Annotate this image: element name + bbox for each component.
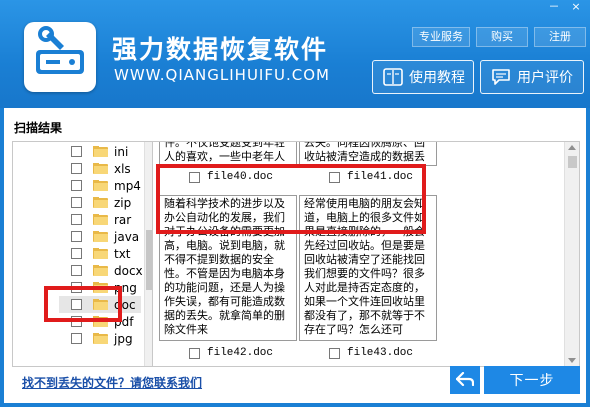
tree-checkbox[interactable] (71, 231, 82, 242)
hard-drive-wrench-icon (24, 22, 96, 92)
scan-results-panel: 扫描结果 ini xls mp4 zip rar java txt docx p… (4, 108, 586, 403)
file-name: file40.doc (207, 171, 274, 183)
file-preview[interactable]: 经常使用电脑的朋友会知道，电脑上的很多文件如果是直接删除的，一般会先经过回收站。… (299, 195, 437, 341)
file-preview[interactable]: 件。不仅饱受题受到年轻人的喜欢，一些中老年人也都开始了解一些微信 (159, 141, 297, 166)
file-type-tree[interactable]: ini xls mp4 zip rar java txt docx png do… (12, 141, 154, 367)
scan-results-title: 扫描结果 (14, 121, 63, 135)
window-controls: － × (544, 0, 586, 14)
grid-scrollbar[interactable] (564, 142, 579, 366)
tree-checkbox[interactable] (71, 146, 82, 157)
top-links: 专业服务 购买 注册 (412, 27, 586, 47)
folder-icon (93, 214, 108, 225)
file-item-file43[interactable]: file43.doc (329, 345, 413, 361)
tree-item-doc[interactable]: doc (59, 296, 141, 313)
file-preview-text: 经常使用电脑的朋友会知道，电脑上的很多文件如果是直接删除的，一般会先经过回收站。… (304, 197, 425, 336)
file-preview-text: 件。不仅饱受题受到年轻人的喜欢，一些中老年人也都开始了解一些微信 (164, 141, 285, 165)
minimize-button[interactable]: － (544, 0, 564, 14)
tree-checkbox[interactable] (71, 180, 82, 191)
tree-item-txt[interactable]: txt (71, 245, 131, 262)
close-button[interactable]: × (566, 0, 586, 14)
tree-item-pdf[interactable]: pdf (71, 313, 133, 330)
file-item-file40[interactable]: file40.doc (189, 169, 273, 185)
folder-icon (93, 180, 108, 191)
file-preview[interactable]: 去失。同程因恢腾原、回收站被清空造成的数据丢失。 (299, 141, 437, 166)
folder-icon (93, 265, 108, 276)
chat-icon (491, 68, 511, 86)
file-preview-text: 随着科学技术的进步以及办公自动化的发展，我们对于办公设备的需要更加高，电脑。说到… (164, 197, 285, 336)
back-arrow-icon (455, 371, 475, 389)
tree-item-zip[interactable]: zip (71, 194, 131, 211)
app-header: 强力数据恢复软件 WWW.QIANGLIHUIFU.COM － × 专业服务 购… (0, 0, 590, 108)
folder-icon (93, 197, 108, 208)
next-step-button[interactable]: 下一步 (484, 366, 580, 394)
back-button[interactable] (450, 366, 480, 394)
tree-item-java[interactable]: java (71, 228, 139, 245)
tree-checkbox[interactable] (71, 333, 82, 344)
tree-checkbox[interactable] (71, 282, 82, 293)
file-item-file42[interactable]: file42.doc (189, 345, 273, 361)
folder-icon (93, 299, 108, 310)
tree-checkbox[interactable] (71, 197, 82, 208)
app-title: 强力数据恢复软件 (112, 35, 329, 64)
tree-checkbox[interactable] (71, 299, 82, 310)
tree-checkbox[interactable] (71, 248, 82, 259)
file-checkbox[interactable] (329, 347, 340, 359)
folder-icon (93, 231, 108, 242)
review-label: 用户评价 (517, 70, 573, 86)
file-name: file41.doc (347, 171, 414, 183)
tree-checkbox[interactable] (71, 163, 82, 174)
tutorial-button[interactable]: 使用教程 (372, 60, 474, 94)
tree-checkbox[interactable] (71, 316, 82, 327)
file-checkbox[interactable] (189, 171, 200, 183)
tree-item-xls[interactable]: xls (71, 160, 131, 177)
file-item-file41[interactable]: file41.doc (329, 169, 413, 185)
tree-item-docx[interactable]: docx (71, 262, 143, 279)
tree-item-ini[interactable]: ini (71, 143, 128, 160)
scroll-down-icon[interactable] (568, 358, 576, 363)
scroll-up-icon[interactable] (568, 145, 576, 150)
tree-checkbox[interactable] (71, 265, 82, 276)
folder-icon (93, 163, 108, 174)
tree-item-mp4[interactable]: mp4 (71, 177, 141, 194)
grid-scroll-thumb[interactable] (568, 156, 577, 168)
file-preview-text: 去失。同程因恢腾原、回收站被清空造成的数据丢失。 (304, 141, 425, 165)
folder-icon (93, 316, 108, 327)
review-button[interactable]: 用户评价 (480, 60, 584, 94)
folder-icon (93, 282, 108, 293)
file-preview-grid[interactable]: 件。不仅饱受题受到年轻人的喜欢，一些中老年人也都开始了解一些微信 file40.… (152, 141, 580, 367)
contact-us-link[interactable]: 找不到丢失的文件？请您联系我们 (22, 374, 202, 391)
tree-checkbox[interactable] (71, 214, 82, 225)
folder-icon (93, 146, 108, 157)
file-preview[interactable]: 随着科学技术的进步以及办公自动化的发展，我们对于办公设备的需要更加高，电脑。说到… (159, 195, 297, 341)
tutorial-label: 使用教程 (409, 70, 465, 86)
folder-icon (93, 333, 108, 344)
file-checkbox[interactable] (189, 347, 200, 359)
file-checkbox[interactable] (329, 171, 340, 183)
register-link[interactable]: 注册 (534, 27, 586, 47)
app-url: WWW.QIANGLIHUIFU.COM (114, 66, 330, 84)
book-icon (383, 68, 403, 86)
buy-link[interactable]: 购买 (476, 27, 528, 47)
tree-item-png[interactable]: png (71, 279, 137, 296)
pro-service-link[interactable]: 专业服务 (412, 27, 470, 47)
tree-item-jpg[interactable]: jpg (71, 330, 133, 347)
file-name: file42.doc (207, 347, 274, 359)
file-name: file43.doc (347, 347, 414, 359)
folder-icon (93, 248, 108, 259)
tree-item-rar[interactable]: rar (71, 211, 131, 228)
